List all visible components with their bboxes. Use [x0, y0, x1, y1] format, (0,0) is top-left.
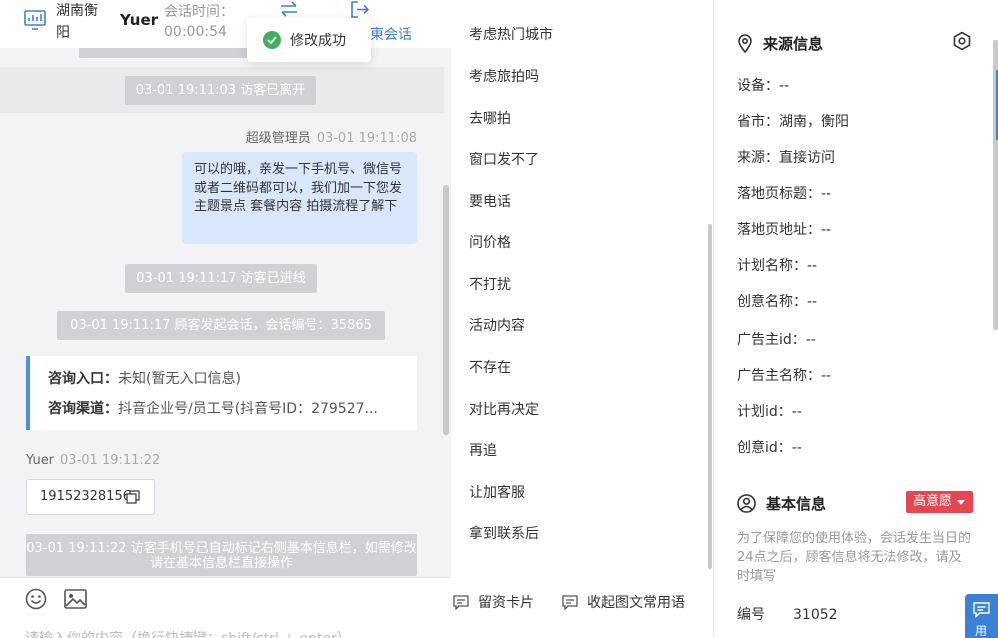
source-info-row: 来源：直接访问 — [737, 150, 835, 166]
end-session-button[interactable]: 東会话 — [370, 24, 412, 44]
source-info-row: 创意id：-- — [737, 440, 802, 456]
source-info-row: 省市：湖南，衡阳 — [737, 114, 849, 130]
info-card-button[interactable]: 留资卡片 — [453, 592, 534, 612]
basic-info-header: 基本信息 — [737, 493, 826, 514]
toast-text: 修改成功 — [290, 33, 346, 49]
quick-reply-item[interactable]: 对比再决定 — [469, 399, 539, 419]
quick-reply-item[interactable]: 去哪拍 — [469, 108, 511, 128]
source-info-row: 落地页地址：-- — [737, 222, 832, 238]
floating-chat-button[interactable]: 用 — [965, 594, 998, 638]
caret-down-icon — [957, 500, 965, 505]
visitor-id-value: 31052 — [793, 607, 838, 623]
consult-entry-value: 未知(暂无入口信息) — [118, 371, 241, 387]
info-card-label: 留资卡片 — [478, 595, 534, 611]
source-info-row: 计划id：-- — [737, 404, 802, 420]
message-collapse-icon — [562, 594, 578, 610]
system-notice-phone-marked: 03-01 19:11:22 访客手机号已自动标记右侧基本信息栏，如需修改请在基… — [26, 534, 417, 576]
consult-entry-label: 咨询入口： — [48, 371, 118, 387]
visitor-name-header: Yuer — [120, 11, 159, 29]
exit-icon[interactable] — [349, 0, 371, 20]
session-time-label: 会话时间： — [164, 4, 234, 20]
location-icon — [738, 34, 752, 53]
success-toast: 修改成功 — [247, 18, 371, 62]
quick-reply-item[interactable]: 再追 — [469, 440, 497, 460]
visitor-region: 湖南衡阳 — [56, 3, 98, 41]
intent-level-dropdown[interactable]: 高意愿 — [906, 491, 973, 513]
visitor-info-panel: 来源信息 设备：-- 省市：湖南，衡阳 来源：直接访问 落地页标题：-- 落地页… — [715, 0, 998, 638]
phone-number: 19152328156 — [40, 489, 131, 504]
source-info-header: 来源信息 — [737, 33, 823, 54]
system-notice-session-start: 03-01 19:11:17 顾客发起会话，会话编号：35865 — [57, 311, 385, 340]
visitor-meta: Yuer 03-01 19:11:22 — [26, 453, 160, 468]
consult-channel-label: 咨询渠道： — [48, 401, 118, 417]
consult-info-card: 咨询入口：未知(暂无入口信息) 咨询渠道：抖音企业号/员工号(抖音号ID：279… — [26, 356, 417, 430]
chat-icon — [973, 602, 990, 618]
quick-reply-item[interactable]: 活动内容 — [469, 315, 525, 335]
monitor-icon — [24, 10, 46, 30]
transfer-icon[interactable] — [278, 0, 300, 20]
consult-entry-row: 咨询入口：未知(暂无入口信息) — [48, 369, 403, 399]
system-notice-visitor-entered: 03-01 19:11:17 访客已进线 — [125, 264, 317, 293]
copy-icon[interactable] — [126, 490, 140, 504]
image-icon[interactable] — [64, 589, 87, 609]
quick-reply-item[interactable]: 拿到联系后 — [469, 523, 539, 543]
chat-header: 湖南衡阳 Yuer 会话时间： 00:00:54 東会话 — [0, 0, 451, 48]
quick-reply-item[interactable]: 要电话 — [469, 191, 511, 211]
settings-icon[interactable] — [952, 31, 972, 51]
agent-name: 超级管理员 — [245, 131, 311, 146]
source-info-row: 落地页标题：-- — [737, 186, 832, 202]
user-icon — [737, 494, 756, 513]
edit-deadline-note: 为了保障您的使用体验，会话发生当日的24点之后，顾客信息将无法修改，请及时填写 — [737, 531, 972, 584]
basic-info-title: 基本信息 — [766, 495, 827, 513]
agent-meta: 超级管理员 03-01 19:11:08 — [246, 127, 417, 146]
visitor-phone-message[interactable]: 19152328156 — [26, 479, 155, 515]
quick-reply-item[interactable]: 考虑旅拍吗 — [469, 66, 539, 86]
source-info-row: 创意名称：-- — [737, 294, 818, 310]
chat-panel: 03-01 19:11:03 访客已离开 超级管理员 03-01 19:11:08… — [0, 0, 451, 638]
quick-reply-item[interactable]: 不存在 — [469, 357, 511, 377]
consult-channel-row: 咨询渠道：抖音企业号/员工号(抖音号ID：279527... — [48, 399, 403, 429]
chat-scrollbar[interactable] — [443, 185, 449, 435]
message-composer: 请输入你的内容（换行快捷键：shift/ctrl + enter） — [0, 577, 451, 638]
quick-replies-scrollbar[interactable] — [708, 224, 712, 569]
visitor-time: 03-01 19:11:22 — [60, 453, 161, 468]
visitor-name: Yuer — [26, 453, 55, 468]
app-root: 03-01 19:11:03 访客已离开 超级管理员 03-01 19:11:08… — [0, 0, 998, 638]
visitor-id-label: 编号 — [737, 607, 765, 623]
quick-replies-toolbar: 留资卡片 收起图文常用语 — [451, 577, 714, 638]
consult-channel-value: 抖音企业号/员工号(抖音号ID：279527... — [118, 401, 378, 417]
message-input[interactable]: 请输入你的内容（换行快捷键：shift/ctrl + enter） — [25, 628, 351, 638]
collapse-phrases-button[interactable]: 收起图文常用语 — [562, 592, 685, 612]
emoji-icon[interactable] — [25, 588, 47, 610]
session-time-value: 00:00:54 — [164, 24, 227, 40]
source-info-row: 广告主名称：-- — [737, 368, 832, 384]
quick-reply-item[interactable]: 不打扰 — [469, 274, 511, 294]
source-info-title: 来源信息 — [763, 35, 824, 53]
quick-reply-item[interactable]: 问价格 — [469, 232, 511, 252]
source-info-row: 计划名称：-- — [737, 258, 818, 274]
visitor-id-row: 编号 31052 — [737, 604, 838, 624]
quick-reply-item[interactable]: 让加客服 — [469, 482, 525, 502]
floating-button-label: 用 — [975, 624, 988, 638]
source-info-row: 广告主id：-- — [737, 332, 816, 348]
quick-reply-item[interactable]: 考虑热门城市 — [469, 24, 553, 44]
quick-reply-item[interactable]: 窗口发不了 — [469, 149, 539, 169]
system-notice-visitor-left: 03-01 19:11:03 访客已离开 — [125, 76, 316, 105]
intent-level-value: 高意愿 — [913, 494, 953, 509]
check-icon — [263, 31, 281, 49]
collapse-phrases-label: 收起图文常用语 — [587, 595, 685, 611]
agent-message: 可以的哦，亲发一下手机号、微信号或者二维码都可以，我们加一下您发主题景点 套餐内… — [182, 152, 417, 244]
source-info-row: 设备：-- — [737, 78, 790, 94]
message-card-icon — [453, 594, 469, 610]
quick-replies-panel: 考虑热门城市 考虑旅拍吗 去哪拍 窗口发不了 要电话 问价格 不打扰 活动内容 … — [451, 0, 714, 638]
agent-time: 03-01 19:11:08 — [316, 131, 417, 146]
